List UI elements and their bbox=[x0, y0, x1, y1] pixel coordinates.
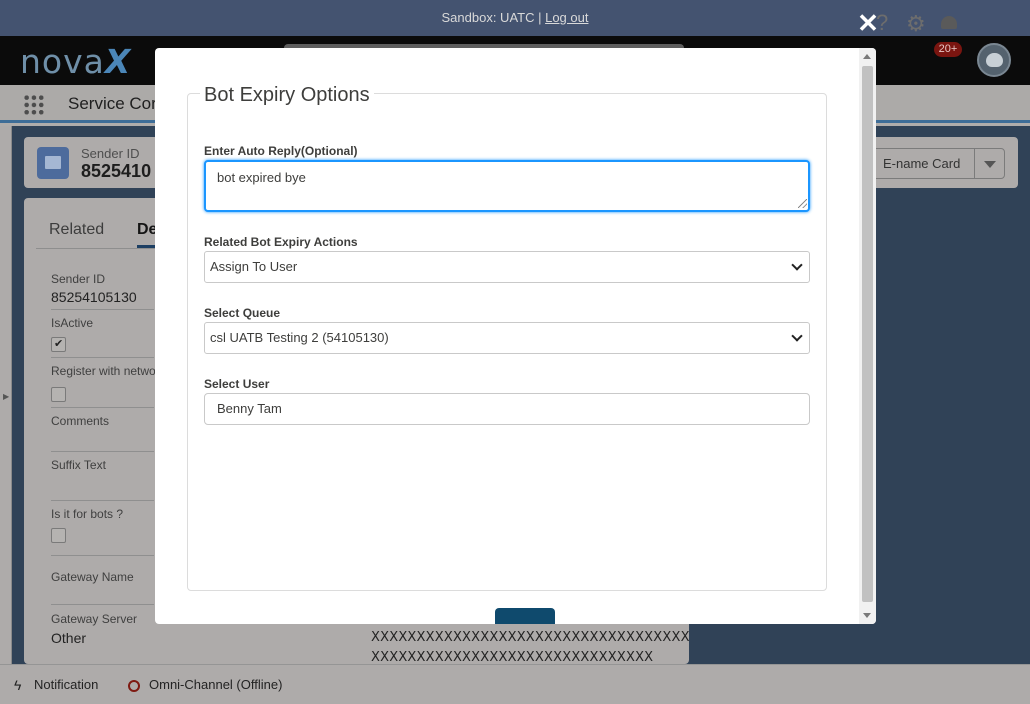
logo-main-text: nova bbox=[20, 42, 105, 81]
scrollbar-thumb[interactable] bbox=[862, 66, 873, 602]
notification-utility[interactable]: Notification bbox=[34, 677, 98, 692]
for-bots-label: Is it for bots ? bbox=[51, 507, 124, 521]
expand-arrow-icon[interactable]: ▶ bbox=[3, 392, 9, 401]
utility-bar: ϟ Notification Omni-Channel (Offline) bbox=[0, 664, 1030, 704]
register-network-checkbox bbox=[51, 387, 66, 402]
notification-count-badge: 20+ bbox=[934, 42, 962, 57]
select-queue-value: csl UATB Testing 2 (54105130) bbox=[210, 330, 389, 345]
scroll-down-icon[interactable] bbox=[863, 613, 871, 618]
masked-text-line: XXXXXXXXXXXXXXXXXXXXXXXXXXXXXXX bbox=[371, 650, 654, 665]
modal-scrollbar[interactable] bbox=[859, 48, 876, 624]
bot-expiry-actions-value: Assign To User bbox=[210, 259, 298, 274]
isactive-checkbox bbox=[51, 337, 66, 352]
isactive-label: IsActive bbox=[51, 316, 94, 330]
gear-icon[interactable]: ⚙ bbox=[906, 11, 926, 37]
auto-reply-textarea[interactable]: bot expired bye bbox=[204, 160, 810, 212]
modal-title: Bot Expiry Options bbox=[200, 84, 374, 107]
select-user-label: Select User bbox=[204, 377, 270, 391]
field-divider bbox=[51, 309, 154, 310]
omni-channel-utility[interactable]: Omni-Channel (Offline) bbox=[149, 677, 282, 692]
auto-reply-label: Enter Auto Reply(Optional) bbox=[204, 144, 358, 158]
close-icon[interactable]: ✕ bbox=[856, 10, 880, 36]
register-network-label: Register with netwo bbox=[51, 364, 156, 378]
record-label: Sender ID bbox=[81, 146, 140, 161]
comments-label: Comments bbox=[51, 414, 110, 428]
bolt-icon: ϟ bbox=[14, 677, 22, 693]
scroll-up-icon[interactable] bbox=[863, 54, 871, 59]
notifications-bell-icon[interactable] bbox=[938, 12, 960, 32]
gateway-name-label: Gateway Name bbox=[51, 570, 134, 584]
novax-logo: novaX bbox=[20, 42, 131, 81]
chevron-down-icon bbox=[792, 331, 802, 341]
select-user-input[interactable]: Benny Tam bbox=[204, 393, 810, 425]
masked-text-line: XXXXXXXXXXXXXXXXXXXXXXXXXXXXXXXXXXX bbox=[371, 630, 690, 645]
select-queue-label: Select Queue bbox=[204, 306, 281, 320]
save-button[interactable] bbox=[495, 608, 555, 624]
gateway-server-label: Gateway Server bbox=[51, 612, 138, 626]
field-divider bbox=[51, 357, 154, 358]
field-divider bbox=[51, 604, 154, 605]
field-divider bbox=[51, 451, 154, 452]
bot-expiry-modal: Bot Expiry Options Enter Auto Reply(Opti… bbox=[155, 48, 876, 624]
omni-status-icon bbox=[128, 680, 140, 692]
suffix-text-label: Suffix Text bbox=[51, 458, 106, 472]
record-title: 8525410 bbox=[81, 161, 152, 181]
actions-dropdown-button[interactable] bbox=[974, 148, 1005, 179]
field-divider bbox=[51, 555, 154, 556]
field-divider bbox=[51, 407, 154, 408]
sender-id-label: Sender ID bbox=[51, 272, 106, 286]
app-name: Service Cor bbox=[68, 94, 157, 113]
field-divider bbox=[51, 500, 154, 501]
bot-expiry-actions-select[interactable]: Assign To User bbox=[204, 251, 810, 283]
logo-accent-text: X bbox=[104, 42, 132, 81]
user-avatar[interactable] bbox=[977, 43, 1011, 77]
record-type-icon bbox=[37, 147, 69, 179]
select-queue-select[interactable]: csl UATB Testing 2 (54105130) bbox=[204, 322, 810, 354]
resize-grip-icon[interactable] bbox=[798, 199, 807, 208]
gateway-server-value: Other bbox=[51, 630, 87, 646]
logout-link[interactable]: Log out bbox=[545, 10, 588, 25]
bot-expiry-actions-label: Related Bot Expiry Actions bbox=[204, 235, 358, 249]
for-bots-checkbox bbox=[51, 528, 66, 543]
chevron-down-icon bbox=[792, 260, 802, 270]
app-launcher-icon[interactable] bbox=[23, 94, 45, 116]
sandbox-text: Sandbox: UATC | bbox=[441, 10, 546, 25]
sender-id-value: 85254105130 bbox=[51, 289, 137, 305]
tab-related[interactable]: Related bbox=[49, 221, 104, 239]
